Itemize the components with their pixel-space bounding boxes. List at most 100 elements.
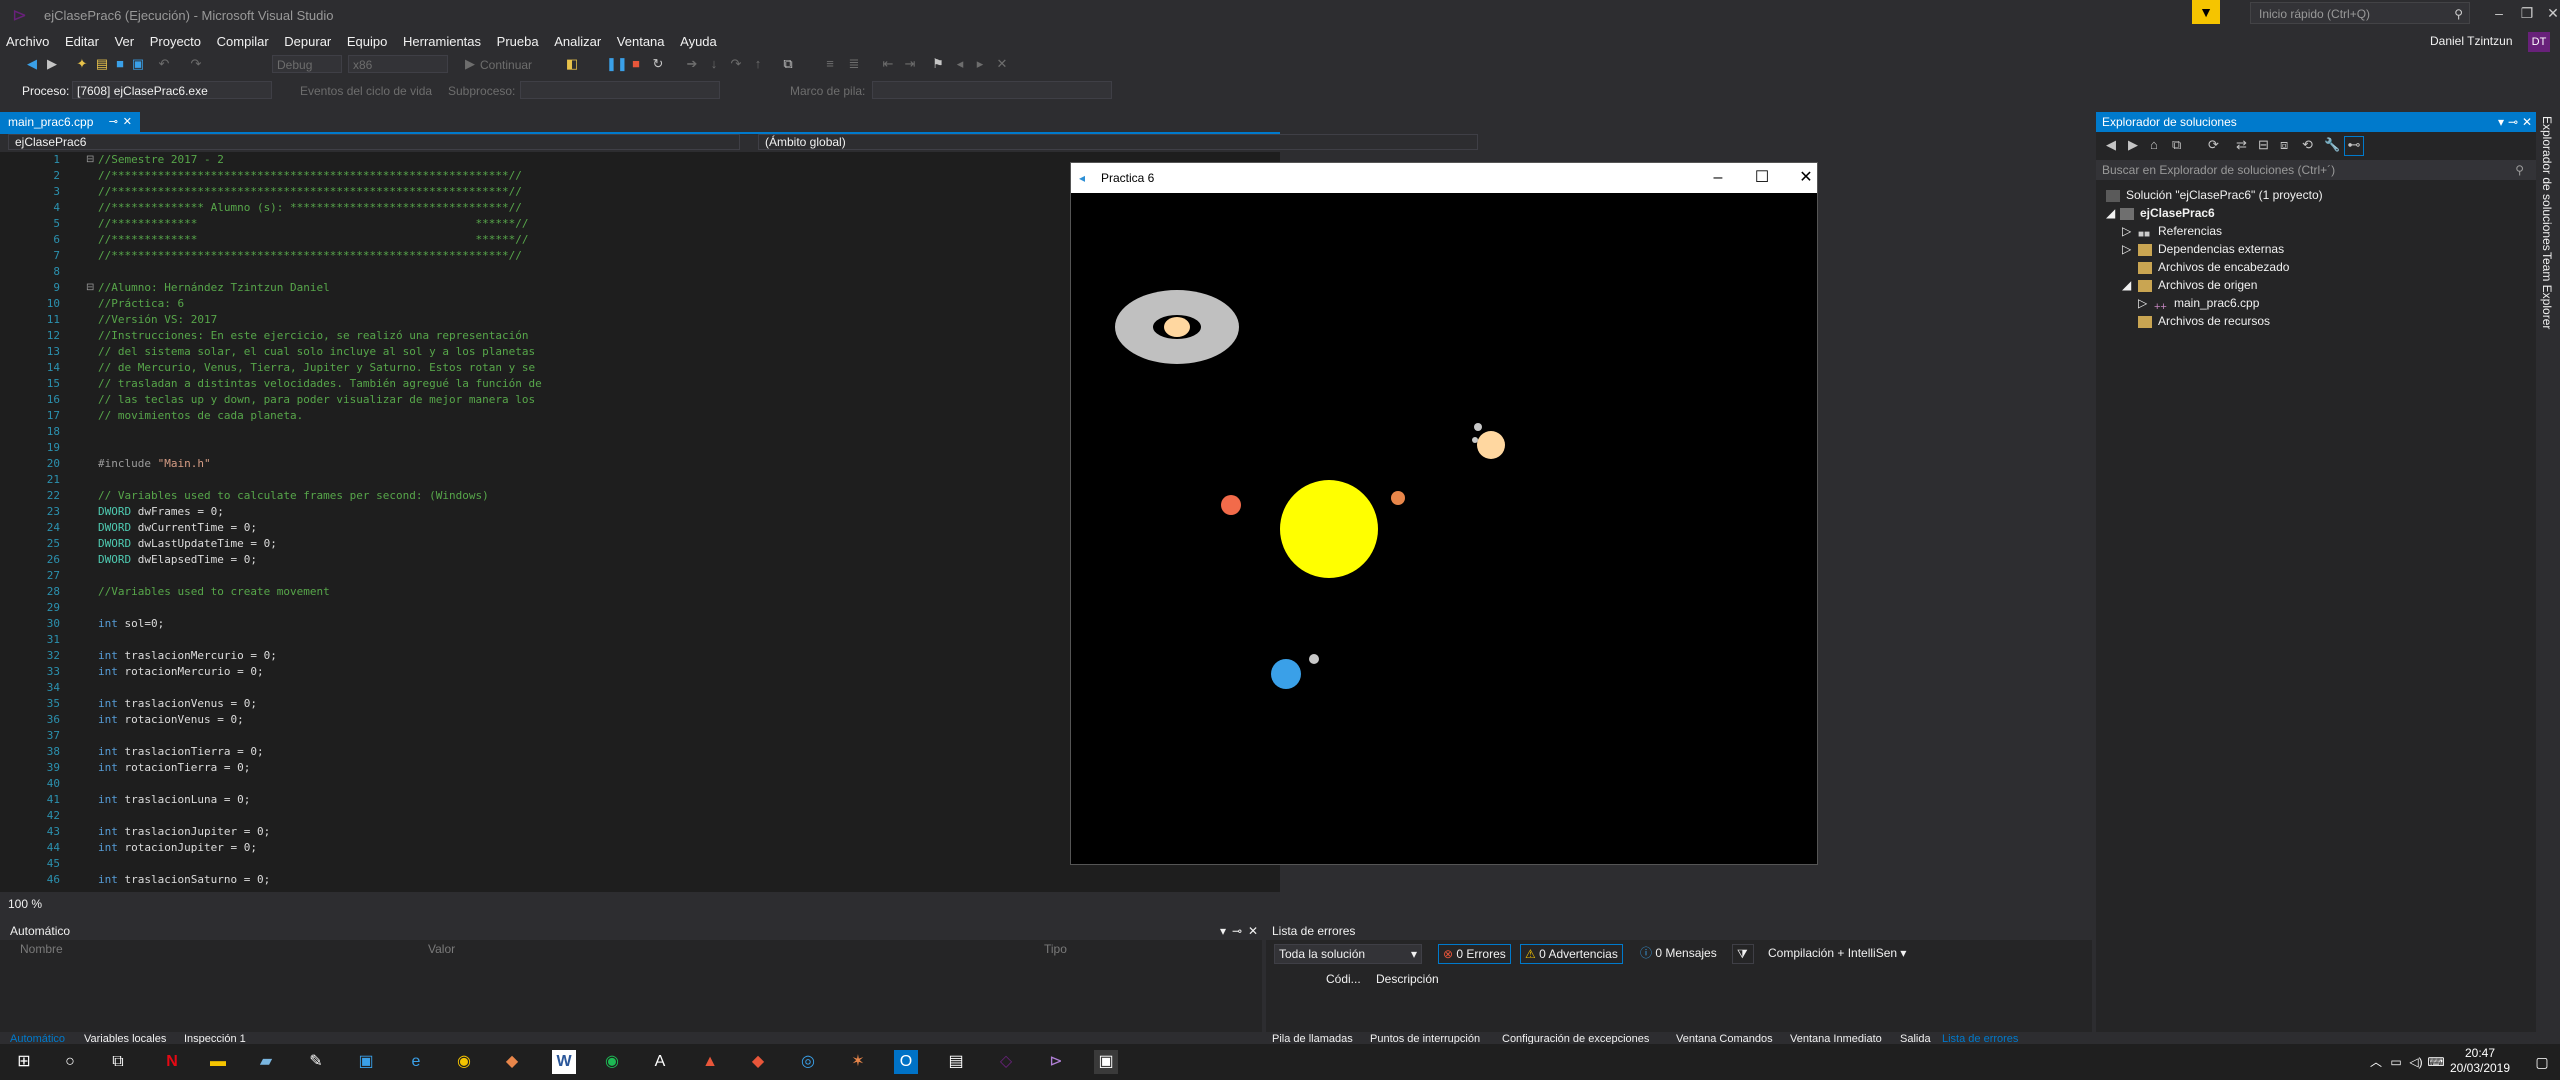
tree-project[interactable]: ◢ ejClasePrac6 — [2106, 204, 2215, 222]
continue-icon[interactable]: ▶ — [462, 56, 478, 72]
outlook-icon[interactable]: O — [894, 1050, 918, 1074]
sync-icon[interactable]: ⇄ — [2236, 134, 2247, 156]
bookmark-icon[interactable]: ⚑ — [930, 56, 946, 72]
visual-studio-old-icon[interactable]: ◇ — [994, 1050, 1018, 1074]
attach-icon[interactable]: ◧ — [564, 56, 580, 72]
close-panel-icon[interactable]: ✕ — [1248, 922, 1258, 940]
menu-proyecto[interactable]: Proyecto — [144, 32, 207, 52]
pause-icon[interactable]: ❚❚ — [606, 56, 628, 72]
show-next-statement-icon[interactable]: ➔ — [684, 56, 700, 72]
column-tipo[interactable]: Tipo — [1044, 940, 1067, 958]
comment-icon[interactable]: ≡ — [822, 56, 838, 72]
menu-ayuda[interactable]: Ayuda — [674, 32, 723, 52]
column-code[interactable]: Códi... — [1326, 972, 1361, 986]
column-valor[interactable]: Valor — [428, 940, 455, 958]
running-app-icon[interactable]: ▣ — [1094, 1050, 1118, 1074]
uncomment-icon[interactable]: ≣ — [846, 56, 862, 72]
task-view-icon[interactable]: ⧉ — [106, 1050, 130, 1074]
step-out-icon[interactable]: ↑ — [750, 56, 766, 72]
file-explorer-icon[interactable]: ▬ — [206, 1050, 230, 1074]
menu-editar[interactable]: Editar — [59, 32, 105, 52]
continue-label[interactable]: Continuar — [480, 56, 532, 74]
errors-filter-button[interactable]: ⊗ 0 Errores — [1438, 944, 1511, 964]
practica-minimize-button[interactable]: – — [1703, 167, 1733, 189]
search-icon[interactable]: ○ — [58, 1050, 82, 1074]
open-folder-icon[interactable]: ▤ — [94, 56, 110, 72]
tab-breakpoints[interactable]: Puntos de interrupción — [1370, 1034, 1480, 1044]
close-button[interactable]: ✕ — [2538, 2, 2560, 24]
configuration-select[interactable]: Debug — [272, 55, 342, 73]
filter-icon[interactable]: ▼ — [2192, 0, 2220, 24]
tab-watch1[interactable]: Inspección 1 — [184, 1034, 246, 1044]
collapsed-arrow-icon[interactable]: ▷ — [2122, 240, 2138, 258]
minimize-button[interactable]: – — [2484, 2, 2514, 24]
collapsed-arrow-icon[interactable]: ▷ — [2138, 294, 2154, 312]
show-all-files-icon[interactable]: ⧈ — [2280, 134, 2288, 156]
column-nombre[interactable]: Nombre — [20, 940, 63, 958]
next-bookmark-icon[interactable]: ▸ — [972, 56, 988, 72]
pin-panel-icon[interactable]: ⊸ — [1232, 922, 1242, 940]
user-name[interactable]: Daniel Tzintzun — [2430, 34, 2513, 48]
scope-nav-select[interactable]: (Ámbito global) — [758, 134, 1478, 150]
game-app-icon[interactable]: ◆ — [500, 1050, 524, 1074]
tab-command-window[interactable]: Ventana Comandos — [1676, 1034, 1773, 1044]
dropdown-icon[interactable]: ▾ — [1220, 922, 1226, 940]
forward-icon[interactable]: ▶ — [44, 56, 60, 72]
spotify-icon[interactable]: ◉ — [600, 1050, 624, 1074]
red-app-icon[interactable]: ◆ — [746, 1050, 770, 1074]
redo-icon[interactable]: ↷ — [188, 56, 204, 72]
lifecycle-events-label[interactable]: Eventos del ciclo de vida — [300, 82, 432, 100]
edge-icon[interactable]: e — [404, 1050, 428, 1074]
stack-frame-select[interactable] — [872, 81, 1112, 99]
close-tab-icon[interactable]: ✕ — [123, 112, 132, 132]
tab-call-stack[interactable]: Pila de llamadas — [1272, 1034, 1353, 1044]
collapse-all-icon[interactable]: ⊟ — [2258, 134, 2269, 156]
chrome-icon[interactable]: ◉ — [452, 1050, 476, 1074]
properties-icon[interactable]: 🔧 — [2324, 134, 2340, 156]
expand-icon[interactable]: ◢ — [2106, 204, 2120, 222]
stop-icon[interactable]: ■ — [628, 56, 644, 72]
tab-immediate-window[interactable]: Ventana Inmediato — [1790, 1034, 1882, 1044]
process-select[interactable]: [7608] ejClasePrac6.exe — [72, 81, 272, 99]
messages-filter-button[interactable]: ⓘ 0 Mensajes — [1636, 944, 1721, 964]
visual-studio-icon[interactable]: ⊳ — [1044, 1050, 1068, 1074]
warnings-filter-button[interactable]: ⚠ 0 Advertencias — [1520, 944, 1623, 964]
outdent-icon[interactable]: ⇤ — [880, 56, 896, 72]
tab-main-prac6[interactable]: main_prac6.cpp ⊸ ✕ — [0, 112, 140, 132]
back-icon[interactable]: ◀ — [2106, 134, 2116, 156]
undo-icon[interactable]: ↶ — [156, 56, 172, 72]
store-icon[interactable]: ▣ — [354, 1050, 378, 1074]
prev-bookmark-icon[interactable]: ◂ — [952, 56, 968, 72]
menu-ver[interactable]: Ver — [109, 32, 141, 52]
indent-icon[interactable]: ⇥ — [902, 56, 918, 72]
practica-maximize-button[interactable]: ☐ — [1747, 167, 1777, 189]
avatar[interactable]: DT — [2528, 32, 2550, 52]
scope-select[interactable]: Toda la solución ▾ — [1274, 944, 1422, 964]
pending-changes-icon[interactable]: ⟳ — [2208, 134, 2219, 156]
word-icon[interactable]: W — [552, 1050, 576, 1074]
tab-error-list[interactable]: Lista de errores — [1942, 1034, 2018, 1044]
dropdown-icon[interactable]: ▾ — [2498, 112, 2504, 132]
new-project-icon[interactable]: ✦ — [74, 56, 90, 72]
zoom-level[interactable]: 100 % — [0, 896, 1280, 912]
menu-compilar[interactable]: Compilar — [211, 32, 275, 52]
close-panel-icon[interactable]: ✕ — [2522, 112, 2532, 132]
menu-archivo[interactable]: Archivo — [0, 32, 55, 52]
platform-select[interactable]: x86 — [348, 55, 448, 73]
orange-app-icon[interactable]: ✶ — [846, 1050, 870, 1074]
switch-views-icon[interactable]: ⧉ — [2172, 134, 2181, 156]
netflix-icon[interactable]: N — [160, 1050, 184, 1074]
autodesk-icon[interactable]: A — [648, 1050, 672, 1074]
step-into-icon[interactable]: ↓ — [706, 56, 722, 72]
hex-display-icon[interactable]: ⧉ — [780, 56, 796, 72]
refresh-icon[interactable]: ⟲ — [2302, 134, 2313, 156]
column-description[interactable]: Descripción — [1376, 972, 1439, 986]
subprocess-select[interactable] — [520, 81, 720, 99]
build-select[interactable]: Compilación + IntelliSen ▾ — [1764, 944, 1910, 964]
tree-external-deps[interactable]: ▷ Dependencias externas — [2122, 240, 2284, 258]
tree-references[interactable]: ▷ ■■ Referencias — [2122, 222, 2222, 240]
menu-prueba[interactable]: Prueba — [491, 32, 545, 52]
menu-ventana[interactable]: Ventana — [611, 32, 671, 52]
tree-source-files[interactable]: ◢ Archivos de origen — [2122, 276, 2257, 294]
notes-app-icon[interactable]: ▰ — [254, 1050, 278, 1074]
